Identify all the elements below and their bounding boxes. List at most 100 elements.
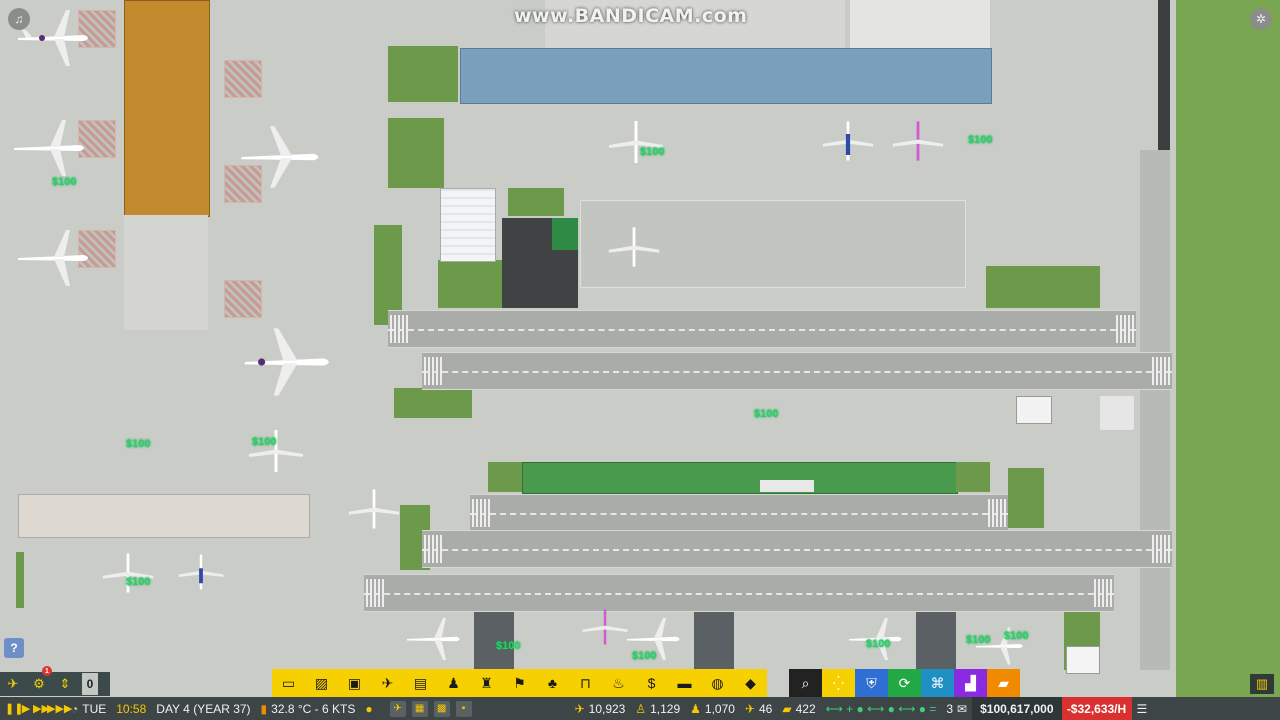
connections: ⟷ + ● ⟷ ● ⟷ ● = <box>821 697 942 720</box>
recording-watermark: www.BANDICAM.com <box>514 5 748 27</box>
aircraft-value: 46 <box>759 701 773 716</box>
gate-icon[interactable]: ▦ <box>411 700 428 717</box>
day-of-week: TUE <box>82 701 107 716</box>
aircraft[interactable] <box>890 118 946 164</box>
mail-count: 3 <box>946 701 954 716</box>
shield-icon: ⛨ <box>866 674 877 691</box>
rotate-button[interactable]: ⇕ <box>52 672 78 696</box>
overlay-stairs-button[interactable]: ▟ <box>954 669 987 697</box>
floor-level-indicator[interactable]: 0 <box>82 673 98 695</box>
settings-button[interactable]: ✲ <box>1250 8 1272 30</box>
tool-bus-button[interactable]: ▤ <box>404 669 437 697</box>
grass-patch <box>1008 468 1044 528</box>
cash-balance[interactable]: $100,617,000 <box>972 697 1062 720</box>
aircraft-stat: ✈ 46 <box>740 697 777 720</box>
grid-icon[interactable]: ▩ <box>433 700 450 717</box>
overlay-search-button[interactable]: ⌕ <box>789 669 822 697</box>
aircraft[interactable] <box>10 118 90 178</box>
tool-aircraft-button[interactable]: ✈ <box>371 669 404 697</box>
aircraft[interactable] <box>246 426 306 476</box>
tool-vehicles-button[interactable]: ▣ <box>338 669 371 697</box>
income-popup: $100 <box>640 146 665 158</box>
conveyor-icon: ▭ <box>281 674 296 691</box>
fast-forward-icon[interactable]: ▶▶ <box>33 702 50 715</box>
runway-3 <box>470 494 1008 532</box>
overlay-refresh-button[interactable]: ⟳ <box>888 669 921 697</box>
small-building <box>1066 646 1100 674</box>
weather: ▮ 32.8 °C - 6 KTS ● <box>256 697 382 720</box>
mail[interactable]: 3 ✉ <box>941 697 972 720</box>
runway-icon[interactable]: ✈ <box>389 700 406 717</box>
aircraft[interactable] <box>606 118 666 166</box>
statistics-button[interactable]: ▥ <box>1250 674 1274 694</box>
weather-text: 32.8 °C - 6 KTS <box>271 701 356 716</box>
tool-bench-button[interactable]: ⊓ <box>569 669 602 697</box>
pause-icon[interactable]: ❚❚ <box>5 702 23 715</box>
passengers-value: 1,129 <box>650 701 681 716</box>
flight-planner-button[interactable]: ✈ <box>0 672 26 696</box>
grass-patch <box>388 46 458 102</box>
aircraft-stand[interactable] <box>224 280 262 318</box>
clock: ◔ TUE 10:58 <box>66 697 151 720</box>
aircraft[interactable] <box>14 228 94 288</box>
staff-value: 1,070 <box>704 701 735 716</box>
tool-cleaning-button[interactable]: ♣ <box>536 669 569 697</box>
runway-5 <box>364 574 1114 612</box>
tool-fuel-button[interactable]: ◍ <box>701 669 734 697</box>
terminal-roof-right <box>850 0 990 48</box>
cleaning-icon: ♣ <box>547 675 558 691</box>
time: 10:58 <box>116 701 147 716</box>
passenger-icon: ♙ <box>635 701 647 716</box>
layers-icon: ◆ <box>745 674 756 691</box>
notifications-bell-button[interactable]: ♫ <box>8 8 30 30</box>
foundation-icon: ▨ <box>314 674 329 691</box>
aircraft[interactable] <box>240 326 336 398</box>
runway-4 <box>422 530 1172 568</box>
aircraft[interactable] <box>236 124 326 190</box>
stands-icon: ▬ <box>677 675 692 691</box>
aircraft[interactable] <box>404 614 464 664</box>
baggage-icon: ⚑ <box>513 674 526 691</box>
aircraft-stand[interactable] <box>224 60 262 98</box>
fastest-forward-icon[interactable]: ▶▶▶ <box>47 702 72 715</box>
tool-security-button[interactable]: ♜ <box>470 669 503 697</box>
help-button[interactable]: ? <box>4 638 24 658</box>
lock-icon[interactable]: ▪ <box>455 700 472 717</box>
aircraft[interactable] <box>820 118 876 164</box>
gate-building <box>916 612 956 670</box>
tool-finance-button[interactable]: $ <box>635 669 668 697</box>
overlay-truck-button[interactable]: ▰ <box>987 669 1020 697</box>
overlay-network-button[interactable]: ⌘ <box>921 669 954 697</box>
status-menu[interactable]: ☰ <box>1132 697 1153 720</box>
tool-conveyor-button[interactable]: ▭ <box>272 669 305 697</box>
overlay-shield-button[interactable]: ⛨ <box>855 669 888 697</box>
tool-layers-button[interactable]: ◆ <box>734 669 767 697</box>
play-icon[interactable]: ▶ <box>19 702 33 715</box>
income-popup: $100 <box>968 134 993 146</box>
day-label: DAY 4 (YEAR 37) <box>156 701 251 716</box>
tool-staff-button[interactable]: ♟ <box>437 669 470 697</box>
airport-map[interactable]: $100 $100 $100 $100 $100 $100 $100 $100 … <box>0 0 1280 720</box>
aircraft[interactable] <box>100 550 156 596</box>
clock-icon: ◔ <box>71 701 79 716</box>
operations-button[interactable]: ⚙ 1 <box>26 666 52 696</box>
income-rate[interactable]: -$32,633/H <box>1061 697 1132 720</box>
income-popup: $100 <box>126 438 151 450</box>
aircraft[interactable] <box>346 486 402 532</box>
tool-food-button[interactable]: ♨ <box>602 669 635 697</box>
tool-foundation-button[interactable]: ▨ <box>305 669 338 697</box>
aircraft[interactable] <box>176 550 226 594</box>
mail-icon: ✉ <box>957 701 968 716</box>
terminal-entrance <box>760 480 814 492</box>
aircraft[interactable] <box>606 224 662 270</box>
grass-patch <box>438 260 502 308</box>
gear-icon: ⚙ <box>33 676 45 691</box>
build-tools-group: ▭ ▨ ▣ ✈ ▤ ♟ ♜ ⚑ ♣ ⊓ ♨ $ ▬ ◍ ◆ <box>272 669 767 697</box>
day-counter: DAY 4 (YEAR 37) <box>151 697 255 720</box>
grass-field-east <box>1176 0 1280 720</box>
tool-baggage-button[interactable]: ⚑ <box>503 669 536 697</box>
tool-stands-button[interactable]: ▬ <box>668 669 701 697</box>
plane-icon: ✈ <box>574 701 585 716</box>
overlay-grid-button[interactable]: ⁛ <box>822 669 855 697</box>
aircraft[interactable] <box>580 606 630 648</box>
